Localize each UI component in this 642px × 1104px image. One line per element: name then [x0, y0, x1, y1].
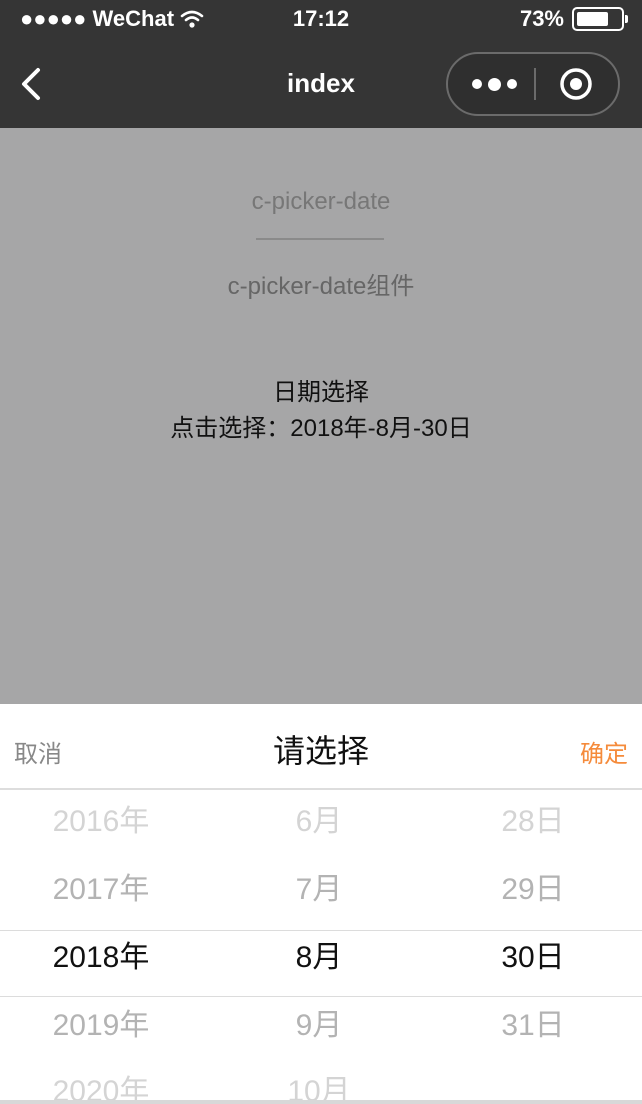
picker-wheels: 2016年 2017年 2018年 2019年 2020年 6月 7月 8月 9… — [0, 790, 642, 1104]
day-option[interactable]: 29日 — [424, 870, 642, 910]
year-column[interactable]: 2016年 2017年 2018年 2019年 2020年 — [0, 790, 214, 1104]
month-option[interactable]: 9月 — [214, 1006, 424, 1046]
component-subtitle: c-picker-date组件 — [227, 273, 415, 300]
month-option-selected[interactable]: 8月 — [214, 938, 424, 978]
component-title: c-picker-date — [251, 188, 391, 215]
day-column[interactable]: 28日 29日 30日 31日 — [424, 790, 642, 1104]
picker-title: 请选择 — [272, 733, 369, 769]
year-option[interactable]: 2016年 — [0, 802, 208, 842]
close-target-icon[interactable] — [558, 66, 594, 102]
year-option-selected[interactable]: 2018年 — [0, 938, 208, 978]
month-column[interactable]: 6月 7月 8月 9月 10月 — [214, 790, 424, 1104]
title-divider — [256, 238, 384, 240]
picker-header: 取消 请选择 确定 — [0, 704, 642, 788]
day-option-selected[interactable]: 30日 — [424, 938, 642, 978]
day-option[interactable]: 31日 — [424, 1006, 642, 1046]
month-option[interactable]: 6月 — [214, 802, 424, 842]
page-content: c-picker-date c-picker-date组件 日期选择 点击选择：… — [0, 128, 642, 704]
nav-bar: index — [0, 40, 642, 128]
battery-fill — [577, 12, 608, 26]
capsule-divider — [534, 68, 536, 100]
battery-icon — [572, 7, 628, 31]
day-option[interactable]: 28日 — [424, 802, 642, 842]
bottom-edge — [0, 1100, 642, 1104]
status-bar: ●●●●● WeChat 17:12 73% — [0, 0, 642, 40]
month-option[interactable]: 7月 — [214, 870, 424, 910]
date-select-label: 日期选择 — [273, 379, 369, 406]
confirm-button[interactable]: 确定 — [580, 734, 628, 769]
status-right: 73% — [519, 6, 628, 32]
battery-percent: 73% — [519, 6, 564, 31]
year-option[interactable]: 2017年 — [0, 870, 208, 910]
year-option[interactable]: 2019年 — [0, 1006, 208, 1046]
more-icon[interactable] — [466, 70, 522, 98]
date-picker: 取消 请选择 确定 2016年 2017年 2018年 2019年 2020年 … — [0, 704, 642, 1104]
date-picker-trigger[interactable]: 点击选择：2018年-8月-30日 — [0, 408, 642, 443]
menu-capsule — [446, 52, 620, 116]
cancel-button[interactable]: 取消 — [14, 734, 62, 769]
